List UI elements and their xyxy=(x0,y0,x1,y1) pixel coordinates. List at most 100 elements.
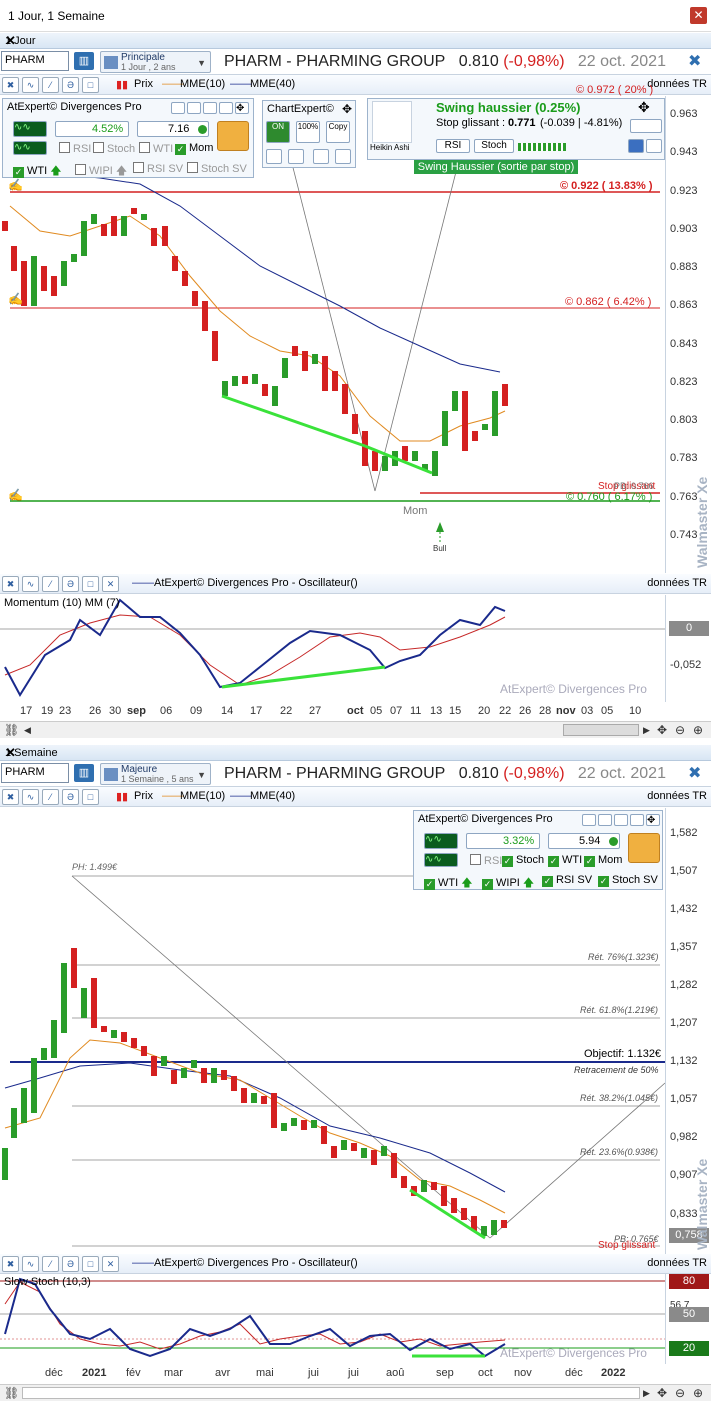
window-icon[interactable]: □ xyxy=(82,789,99,805)
expert-icon[interactable]: Ə xyxy=(62,1256,79,1272)
wti-arrow-checkbox[interactable]: ✓ WTI 🡅 xyxy=(424,874,473,893)
draw-hand-icon[interactable]: ✍ xyxy=(8,488,23,502)
window-icon[interactable]: □ xyxy=(82,77,99,93)
chartexpert-on-button[interactable]: ON xyxy=(266,121,290,143)
divergence-bear-button[interactable]: ∿∿ xyxy=(13,141,47,155)
pointer-icon[interactable] xyxy=(266,149,282,164)
panel1-close-icon[interactable]: ✕ xyxy=(5,33,705,49)
scroll-thumb[interactable] xyxy=(563,724,639,736)
refresh-icon[interactable] xyxy=(582,814,596,826)
scroll-thumb[interactable] xyxy=(22,1387,640,1399)
stoch-sv-checkbox[interactable]: Stoch SV xyxy=(187,162,247,175)
tools-icon[interactable]: ✖ xyxy=(688,53,706,71)
rsi-checkbox[interactable]: RSI xyxy=(59,142,91,155)
window-icon[interactable]: □ xyxy=(82,576,99,592)
trend-icon[interactable]: ⁄ xyxy=(42,789,59,805)
wipi-checkbox[interactable]: ✓ WIPI 🡅 xyxy=(482,874,534,893)
tools-icon[interactable]: ✖ xyxy=(2,576,19,592)
tools-icon[interactable]: ✖ xyxy=(2,789,19,805)
book-icon[interactable]: ▥ xyxy=(74,764,94,782)
pencil-icon[interactable] xyxy=(288,149,304,164)
panel1-scrollbar[interactable]: ⛓ ◀ ▶ ✥ ⊖ ⊕ xyxy=(0,721,711,738)
indicator-icon[interactable]: ∿ xyxy=(22,77,39,93)
close-icon[interactable]: ✕ xyxy=(102,1256,119,1272)
tools-icon[interactable] xyxy=(187,102,201,114)
move-icon[interactable]: ✥ xyxy=(235,102,249,114)
panel2-scrollbar[interactable]: ⛓ ◀ ▶ ✥ ⊖ ⊕ xyxy=(0,1384,711,1401)
move-icon[interactable]: ✥ xyxy=(342,102,352,116)
swing-stoch-button[interactable]: Stoch xyxy=(474,139,514,153)
grid-icon[interactable] xyxy=(219,102,233,114)
expert-hand-icon[interactable] xyxy=(217,121,249,151)
wti-checkbox[interactable]: ✓ WTI xyxy=(548,854,582,867)
panel2-symbol-input[interactable]: PHARM xyxy=(1,763,69,783)
mom-checkbox[interactable]: ✓ Mom xyxy=(175,142,213,155)
divergence-bear-button[interactable]: ∿∿ xyxy=(424,853,458,867)
zoom-in-icon[interactable]: ⊕ xyxy=(693,723,703,737)
tools-icon[interactable] xyxy=(598,814,612,826)
expert-icon[interactable]: Ə xyxy=(62,77,79,93)
move-icon[interactable]: ✥ xyxy=(638,99,650,116)
scroll-right-icon[interactable]: ▶ xyxy=(643,1388,650,1399)
trend-icon[interactable]: ⁄ xyxy=(42,576,59,592)
tools-icon[interactable]: ✖ xyxy=(2,77,19,93)
mom-checkbox[interactable]: ✓ Mom xyxy=(584,854,622,867)
trend-icon[interactable]: ⁄ xyxy=(42,77,59,93)
divergence-bull-button[interactable]: ∿∿ xyxy=(13,121,47,137)
divergence-pct-box[interactable]: 3.32% xyxy=(466,833,540,849)
indicator-icon[interactable]: ∿ xyxy=(22,1256,39,1272)
panel1-price-chart[interactable]: © 0.972 ( 20% ) © 0.922 ( 13.83% ) © 0.8… xyxy=(0,84,665,573)
panel2-price-chart[interactable]: PH: 1.499€ Rét. 76%(1.323€) Rét. 61.8%(1… xyxy=(0,808,665,1254)
zoom-out-icon[interactable]: ⊖ xyxy=(675,1386,685,1400)
analyze-icon[interactable] xyxy=(628,139,644,153)
move-icon[interactable]: ✥ xyxy=(646,814,660,826)
wti-checkbox[interactable]: WTI xyxy=(139,142,173,155)
scroll-right-icon[interactable]: ▶ xyxy=(643,725,650,736)
move-icon[interactable]: ✥ xyxy=(657,723,667,737)
panel1-symbol-input[interactable]: PHARM xyxy=(1,51,69,71)
divergence-pct-box[interactable]: 4.52% xyxy=(55,121,129,137)
rsi-sv-checkbox[interactable]: RSI SV xyxy=(133,162,183,175)
wipi-checkbox[interactable]: WIPI 🡅 xyxy=(75,162,127,181)
expert-icon[interactable]: Ə xyxy=(62,576,79,592)
zoom-out-icon[interactable]: ⊖ xyxy=(675,723,685,737)
rsi-checkbox[interactable]: RSI xyxy=(470,854,502,867)
link-icon[interactable]: ⛓ xyxy=(4,723,19,737)
info-icon[interactable] xyxy=(335,149,351,164)
indicator-icon[interactable]: ∿ xyxy=(22,789,39,805)
chart-icon[interactable] xyxy=(646,139,662,153)
close-icon[interactable]: ✕ xyxy=(102,576,119,592)
indicator-icon[interactable]: ∿ xyxy=(22,576,39,592)
stoch-checkbox[interactable]: Stoch xyxy=(93,142,135,155)
scroll-left-icon[interactable]: ◀ xyxy=(24,725,31,736)
wti-arrow-checkbox[interactable]: ✓ WTI 🡅 xyxy=(13,162,62,181)
arrow-icon[interactable] xyxy=(630,119,662,133)
rsi-value-box[interactable]: 7.16 xyxy=(137,121,209,137)
target-icon[interactable] xyxy=(313,149,329,164)
move-icon[interactable]: ✥ xyxy=(657,1386,667,1400)
swing-rsi-button[interactable]: RSI xyxy=(436,139,470,153)
panel1-view-select[interactable]: Principale 1 Jour , 2 ans ▼ xyxy=(100,51,211,73)
grid-icon[interactable] xyxy=(630,814,644,826)
chartexpert-copy-button[interactable]: Copy xyxy=(326,121,350,143)
refresh-icon[interactable] xyxy=(171,102,185,114)
chartexpert-100-button[interactable]: 100% xyxy=(296,121,320,143)
window-close-button[interactable]: ✕ xyxy=(690,7,707,24)
trend-icon[interactable]: ⁄ xyxy=(42,1256,59,1272)
window-icon[interactable]: □ xyxy=(82,1256,99,1272)
zoom-in-icon[interactable]: ⊕ xyxy=(693,1386,703,1400)
expert-hand-icon[interactable] xyxy=(628,833,660,863)
rsi-value-box[interactable]: 5.94 xyxy=(548,833,620,849)
divergence-bull-button[interactable]: ∿∿ xyxy=(424,833,458,849)
panel2-close-icon[interactable]: ✕ xyxy=(5,745,705,761)
link-icon[interactable]: ⛓ xyxy=(4,1386,19,1400)
settings-icon[interactable] xyxy=(203,102,217,114)
tools-icon[interactable]: ✖ xyxy=(688,765,706,783)
tools-icon[interactable]: ✖ xyxy=(2,1256,19,1272)
settings-icon[interactable] xyxy=(614,814,628,826)
expert-icon[interactable]: Ə xyxy=(62,789,79,805)
draw-hand-icon[interactable]: ✍ xyxy=(8,292,23,306)
book-icon[interactable]: ▥ xyxy=(74,52,94,70)
rsi-sv-checkbox[interactable]: ✓ RSI SV xyxy=(542,874,592,887)
stoch-sv-checkbox[interactable]: ✓ Stoch SV xyxy=(598,874,658,887)
